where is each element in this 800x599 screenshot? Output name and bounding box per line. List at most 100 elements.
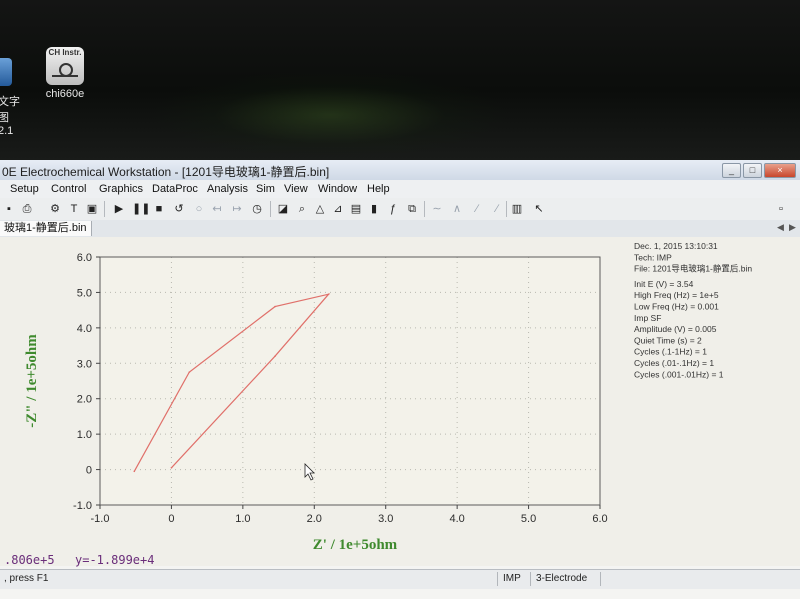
data-point <box>188 371 191 373</box>
print-icon[interactable]: ⎙ <box>20 202 34 216</box>
y-tick-label: 4.0 <box>77 323 92 335</box>
y-tick-label: 3.0 <box>77 358 92 370</box>
y-tick-label: 0 <box>86 465 92 477</box>
desktop-app-icon-partial[interactable] <box>0 58 12 86</box>
plot-background <box>100 257 600 505</box>
reverse-icon[interactable]: ↺ <box>172 202 186 216</box>
y-tick-label: 1.0 <box>77 429 92 441</box>
x-tick-label: 6.0 <box>592 513 607 525</box>
info-line: Tech: IMP <box>634 252 672 262</box>
status-technique: IMP <box>503 573 521 584</box>
overlay-icon[interactable]: ⊿ <box>331 202 345 216</box>
menu-graphics[interactable]: Graphics <box>99 183 143 195</box>
pause-icon[interactable]: ❚❚ <box>132 202 150 216</box>
text-tool-icon[interactable]: T <box>67 202 81 216</box>
add-graph-icon[interactable]: ▤ <box>349 202 363 216</box>
info-line: Low Freq (Hz) = 0.001 <box>634 302 719 312</box>
stop-icon[interactable]: ■ <box>152 202 166 216</box>
menu-sim[interactable]: Sim <box>256 183 275 195</box>
derivative-icon[interactable]: ∧ <box>450 202 464 216</box>
desktop-icon-label-line2: 2.1 <box>0 125 14 137</box>
desktop-icon-chi660e[interactable]: CH Instr. chi660e <box>40 47 90 100</box>
menu-setup[interactable]: Setup <box>10 183 39 195</box>
info-line: Cycles (.001-.01Hz) = 1 <box>634 369 724 379</box>
table-icon[interactable]: ▥ <box>510 202 524 216</box>
tab-scroll-left-icon[interactable]: ◀ <box>777 222 784 233</box>
desktop-background: 文字图 2.1 CH Instr. chi660e <box>0 0 800 165</box>
save-icon[interactable]: ▪ <box>2 202 16 216</box>
baseline-icon[interactable]: ∕ <box>490 202 504 216</box>
x-tick-label: 2.0 <box>307 513 322 525</box>
y-tick-label: 2.0 <box>77 394 92 406</box>
status-hint: , press F1 <box>4 573 49 584</box>
rewind-icon[interactable]: ↤ <box>210 202 224 216</box>
color-icon[interactable]: ▮ <box>367 202 381 216</box>
cursor-y-readout: y=-1.899e+4 <box>75 553 155 567</box>
x-tick-label: -1.0 <box>91 513 110 525</box>
data-point <box>274 355 276 357</box>
y-axis-label: -Z" / 1e+5ohm <box>24 334 40 428</box>
menu-control[interactable]: Control <box>51 183 86 195</box>
integrate-icon[interactable]: ∕ <box>470 202 484 216</box>
x-axis-label: Z' / 1e+5ohm <box>313 537 398 553</box>
minimize-button[interactable]: _ <box>722 163 741 178</box>
parameters-icon[interactable]: ▣ <box>85 202 99 216</box>
status-electrode: 3-Electrode <box>536 573 588 584</box>
graph-icon[interactable]: ◪ <box>276 202 290 216</box>
run-icon[interactable]: ▶ <box>112 202 126 216</box>
desktop-icon-label: chi660e <box>45 88 85 100</box>
x-tick-label: 1.0 <box>235 513 250 525</box>
help-pointer-icon[interactable]: ↖ <box>532 202 546 216</box>
tab-scroll-right-icon[interactable]: ▶ <box>789 222 796 233</box>
window-titlebar[interactable]: 0E Electrochemical Workstation - [1201导电… <box>0 160 800 181</box>
smooth-icon[interactable]: ∼ <box>430 202 444 216</box>
info-line: Quiet Time (s) = 2 <box>634 335 702 345</box>
settings-icon[interactable]: ⚙ <box>48 202 62 216</box>
tile-text: CH Instr. <box>48 48 82 57</box>
font-icon[interactable]: ƒ <box>386 202 400 216</box>
menu-analysis[interactable]: Analysis <box>207 183 248 195</box>
cell-icon[interactable]: ○ <box>192 202 206 216</box>
info-line: File: 1201导电玻璃1-静置后.bin <box>634 264 752 274</box>
menu-help[interactable]: Help <box>367 183 390 195</box>
desktop-icon-label-partial[interactable]: 文字图 2.1 <box>0 93 28 137</box>
x-tick-label: 3.0 <box>378 513 393 525</box>
desktop-icon-label-line1: 文字图 <box>0 96 20 124</box>
impedance-chart[interactable]: 6.0 5.0 4.0 3.0 2.0 1.0 0 -1.0-1.0 0 1.0 2.0 3.0 4.0… <box>0 237 800 566</box>
status-bar: , press F1 IMP 3-Electrode <box>0 569 800 589</box>
chi-instrument-icon: CH Instr. <box>46 47 84 85</box>
window-menu-icon[interactable]: ▫ <box>774 202 788 216</box>
forward-icon[interactable]: ↦ <box>230 202 244 216</box>
desktop-wallpaper-glow <box>150 70 510 160</box>
maximize-button[interactable]: □ <box>743 163 762 178</box>
x-tick-label: 4.0 <box>449 513 464 525</box>
info-line: Init E (V) = 3.54 <box>634 279 694 289</box>
info-line: High Freq (Hz) = 1e+5 <box>634 290 719 300</box>
data-point <box>327 293 330 295</box>
x-tick-label: 0 <box>168 513 174 525</box>
info-line: Amplitude (V) = 0.005 <box>634 324 717 334</box>
y-tick-label: 6.0 <box>77 252 92 264</box>
menu-window[interactable]: Window <box>318 183 357 195</box>
info-line: Cycles (.01-.1Hz) = 1 <box>634 358 714 368</box>
document-tab[interactable]: 玻璃1-静置后.bin <box>0 221 92 236</box>
data-point <box>274 305 276 308</box>
info-line: Imp SF <box>634 313 661 323</box>
toolbar: ▪ ⎙ ⚙ T ▣ ▶ ❚❚ ■ ↺ ○ ↤ ↦ ◷ ◪ ⌕ △ ⊿ ▤ ▮ ƒ… <box>0 198 800 221</box>
app-window: 0E Electrochemical Workstation - [1201导电… <box>0 160 800 599</box>
menu-dataproc[interactable]: DataProc <box>152 183 198 195</box>
menu-bar: Setup Control Graphics DataProc Analysis… <box>0 180 800 199</box>
plot-area[interactable]: 6.0 5.0 4.0 3.0 2.0 1.0 0 -1.0 -1.0 0 1.0 2.0 3.0 4.0… <box>0 237 800 566</box>
zoom-icon[interactable]: ⌕ <box>295 202 309 216</box>
close-button[interactable]: × <box>764 163 796 178</box>
y-tick-label: 5.0 <box>77 287 92 299</box>
cursor-x-readout: .806e+5 <box>4 553 55 567</box>
peak-icon[interactable]: △ <box>313 202 327 216</box>
timer-icon[interactable]: ◷ <box>250 202 264 216</box>
copy-icon[interactable]: ⧉ <box>405 202 419 216</box>
window-title: 0E Electrochemical Workstation - [1201导电… <box>2 165 330 179</box>
y-tick-label: -1.0 <box>73 500 92 512</box>
info-line: Cycles (.1-1Hz) = 1 <box>634 347 707 357</box>
menu-view[interactable]: View <box>284 183 308 195</box>
x-tick-label: 5.0 <box>521 513 536 525</box>
